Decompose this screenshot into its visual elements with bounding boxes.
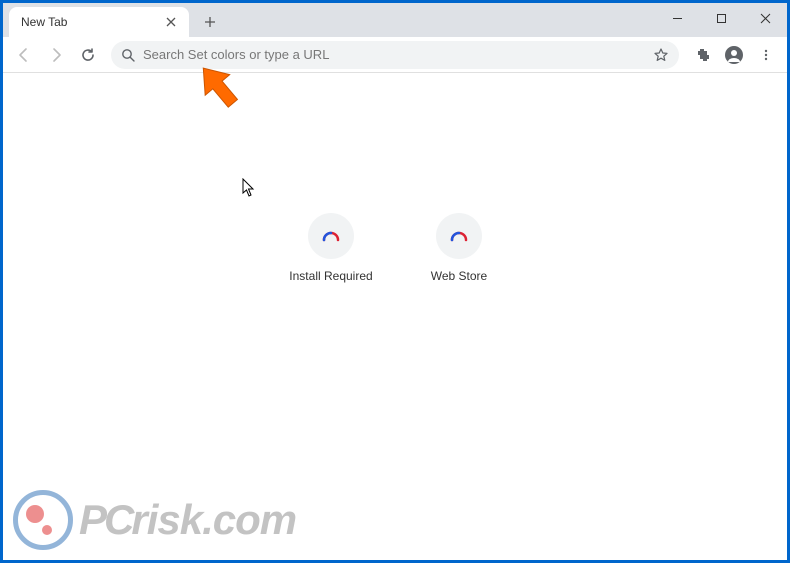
browser-tab[interactable]: New Tab: [9, 7, 189, 37]
page-content: Install Required Web Store: [6, 73, 784, 557]
watermark: PCrisk.com: [13, 490, 296, 550]
close-window-button[interactable]: [743, 3, 787, 33]
reload-button[interactable]: [73, 40, 103, 70]
shortcut-icon: [308, 213, 354, 259]
window-controls: [655, 3, 787, 33]
extensions-button[interactable]: [687, 40, 717, 70]
profile-button[interactable]: [719, 40, 749, 70]
watermark-text: PCrisk.com: [79, 496, 296, 544]
shortcut-install-required[interactable]: Install Required: [281, 213, 381, 283]
search-icon: [121, 48, 135, 62]
toolbar: Search Set colors or type a URL: [3, 37, 787, 73]
back-button[interactable]: [9, 40, 39, 70]
shortcut-label: Web Store: [431, 269, 487, 283]
bookmark-star-icon[interactable]: [653, 47, 669, 63]
tab-title: New Tab: [21, 15, 163, 29]
titlebar: New Tab: [3, 3, 787, 37]
new-tab-button[interactable]: [197, 9, 223, 35]
close-tab-icon[interactable]: [163, 14, 179, 30]
shortcuts-row: Install Required Web Store: [6, 213, 784, 283]
shortcut-web-store[interactable]: Web Store: [409, 213, 509, 283]
watermark-globe-icon: [13, 490, 73, 550]
shortcut-icon: [436, 213, 482, 259]
address-placeholder: Search Set colors or type a URL: [143, 47, 653, 62]
maximize-button[interactable]: [699, 3, 743, 33]
menu-button[interactable]: [751, 40, 781, 70]
forward-button[interactable]: [41, 40, 71, 70]
minimize-button[interactable]: [655, 3, 699, 33]
shortcut-label: Install Required: [289, 269, 372, 283]
address-bar[interactable]: Search Set colors or type a URL: [111, 41, 679, 69]
